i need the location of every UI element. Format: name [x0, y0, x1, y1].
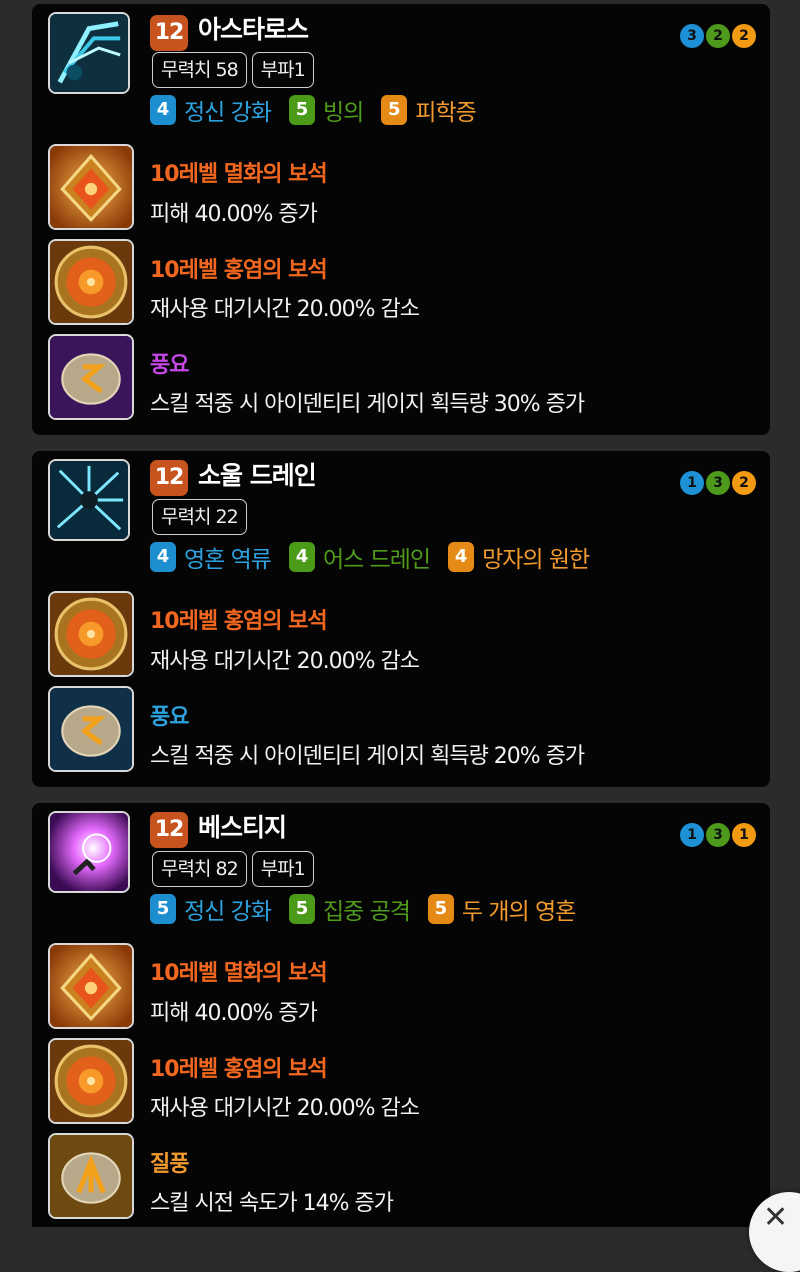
- skill-tags: 무력치 82 부파1: [152, 851, 314, 887]
- tier-dot-blue: 1: [680, 471, 704, 495]
- skill-astaros-icon: [48, 12, 130, 94]
- tripod-2: 4 어스 드레인: [288, 540, 431, 574]
- tag-stagger: 무력치 82: [152, 851, 247, 887]
- tripod-list: 4 영혼 역류 4 어스 드레인 4 망자의 원한: [150, 540, 607, 574]
- tripod-level: 4: [448, 542, 475, 572]
- gem-effect: 피해 40.00% 증가: [150, 1001, 318, 1026]
- tripod-tier-dots: 1 3 1: [680, 823, 756, 847]
- skill-level-badge: 12: [150, 460, 188, 496]
- tripod-level: 4: [150, 542, 176, 572]
- gem-annihilation-icon: [48, 144, 134, 230]
- rune-title: 풍요: [150, 353, 189, 378]
- rune-effect: 스킬 적중 시 아이덴티티 게이지 획득량 20% 증가: [150, 744, 585, 769]
- gem-title: 10레벨 멸화의 보석: [150, 961, 328, 986]
- gem-crimson-flame-icon: [48, 239, 134, 325]
- skill-name: 소울 드레인: [198, 461, 317, 490]
- skill-card-soul-drain: 12 소울 드레인 무력치 22 1 3 2 4 영혼 역류 4 어스 드레인 …: [32, 451, 770, 787]
- tripod-level: 5: [288, 894, 315, 924]
- tier-dot-green: 3: [706, 471, 730, 495]
- tripod-3: 5 피학증: [381, 93, 477, 127]
- gem-title: 10레벨 멸화의 보석: [150, 162, 328, 187]
- tripod-label: 피학증: [415, 100, 476, 126]
- tag-stagger: 무력치 58: [152, 52, 247, 88]
- tripod-list: 4 정신 강화 5 빙의 5 피학증: [150, 93, 494, 127]
- skill-card-vestige: 12 베스티지 무력치 82 부파1 1 3 1 5 정신 강화 5 집중 공격…: [32, 803, 770, 1227]
- tier-dot-blue: 3: [680, 24, 704, 48]
- gem-crimson-flame-icon: [48, 1038, 134, 1124]
- rune-effect: 스킬 적중 시 아이덴티티 게이지 획득량 30% 증가: [150, 392, 585, 417]
- gem-title: 10레벨 홍염의 보석: [150, 1057, 328, 1082]
- tripod-level: 5: [150, 894, 176, 924]
- tripod-3: 4 망자의 원한: [448, 540, 590, 574]
- tier-dot-orange: 1: [732, 823, 756, 847]
- tier-dot-green: 3: [706, 823, 730, 847]
- tripod-2: 5 집중 공격: [288, 892, 411, 926]
- skill-name: 아스타로스: [198, 15, 309, 44]
- tier-dot-blue: 1: [680, 823, 704, 847]
- tier-dot-orange: 2: [732, 24, 756, 48]
- skill-tags: 무력치 58 부파1: [152, 52, 314, 88]
- tripod-label: 집중 공격: [322, 899, 411, 925]
- tripod-label: 영혼 역류: [184, 547, 272, 573]
- tripod-label: 망자의 원한: [482, 547, 590, 573]
- tier-dot-orange: 2: [732, 471, 756, 495]
- tripod-1: 4 정신 강화: [150, 93, 272, 127]
- rune-abundance-icon: [48, 334, 134, 420]
- tripod-2: 5 빙의: [288, 93, 364, 127]
- rune-title: 풍요: [150, 705, 189, 730]
- skill-vestige-icon: [48, 811, 130, 893]
- gem-title: 10레벨 홍염의 보석: [150, 609, 328, 634]
- gem-crimson-flame-icon: [48, 591, 134, 677]
- tripod-1: 4 영혼 역류: [150, 540, 272, 574]
- tripod-label: 두 개의 영혼: [461, 899, 576, 925]
- tripod-level: 5: [427, 894, 454, 924]
- skill-soul-drain-icon: [48, 459, 130, 541]
- skill-tags: 무력치 22: [152, 499, 247, 535]
- tripod-level: 5: [288, 95, 315, 125]
- gem-title: 10레벨 홍염의 보석: [150, 258, 328, 283]
- tag-destruction: 부파1: [251, 52, 314, 88]
- gem-annihilation-icon: [48, 943, 134, 1029]
- tripod-tier-dots: 3 2 2: [680, 24, 756, 48]
- tripod-level: 5: [381, 95, 408, 125]
- tripod-level: 4: [288, 542, 315, 572]
- tripod-1: 5 정신 강화: [150, 892, 272, 926]
- tripod-label: 정신 강화: [184, 899, 272, 925]
- skill-level-badge: 12: [150, 15, 188, 51]
- tripod-label: 정신 강화: [184, 100, 272, 126]
- gem-effect: 재사용 대기시간 20.00% 감소: [150, 649, 420, 674]
- skill-level-badge: 12: [150, 812, 188, 848]
- rune-gale-icon: [48, 1133, 134, 1219]
- gem-effect: 피해 40.00% 증가: [150, 202, 318, 227]
- tripod-list: 5 정신 강화 5 집중 공격 5 두 개의 영혼: [150, 892, 593, 926]
- tripod-label: 어스 드레인: [322, 547, 431, 573]
- tripod-level: 4: [150, 95, 176, 125]
- gem-effect: 재사용 대기시간 20.00% 감소: [150, 1096, 420, 1121]
- rune-abundance-icon: [48, 686, 134, 772]
- skill-card-astaros: 12 아스타로스 무력치 58 부파1 3 2 2 4 정신 강화 5 빙의 5…: [32, 4, 770, 435]
- tag-destruction: 부파1: [251, 851, 314, 887]
- skill-name: 베스티지: [198, 813, 287, 842]
- close-icon: ✕: [763, 1200, 789, 1235]
- tier-dot-green: 2: [706, 24, 730, 48]
- tripod-label: 빙의: [322, 100, 364, 126]
- gem-effect: 재사용 대기시간 20.00% 감소: [150, 297, 420, 322]
- tripod-3: 5 두 개의 영혼: [427, 892, 576, 926]
- rune-title: 질풍: [150, 1152, 189, 1177]
- tag-stagger: 무력치 22: [152, 499, 247, 535]
- rune-effect: 스킬 시전 속도가 14% 증가: [150, 1191, 394, 1216]
- tripod-tier-dots: 1 3 2: [680, 471, 756, 495]
